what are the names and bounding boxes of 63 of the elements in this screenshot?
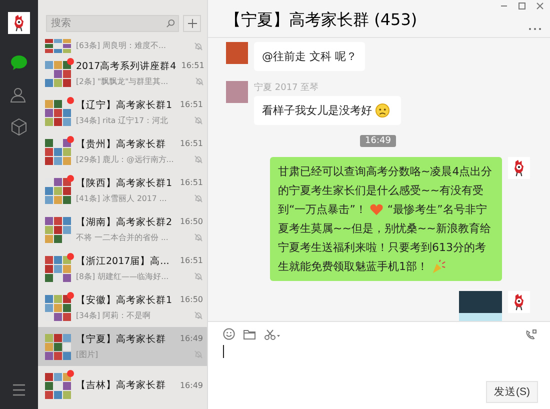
folder-icon[interactable] <box>243 328 256 340</box>
chat-time: 16:51 <box>180 100 203 110</box>
message-bubble: @往前走 文科 呢？ <box>254 42 365 71</box>
chat-time: 16:50 <box>180 217 203 227</box>
contacts-icon[interactable] <box>10 86 28 104</box>
chat-title: 【湖南】高考家长群2 <box>76 216 172 228</box>
party-popper-icon <box>431 259 446 274</box>
message-bubble: 看样子我女儿是没考好 <box>254 96 401 125</box>
mute-bell-icon <box>195 77 204 86</box>
chat-title: 【宁夏】高考家长群 <box>76 334 166 346</box>
message-bubble: 甘肃已经可以查询高考分数咯~凌晨4点出分的宁夏考生家长们是什么感受~~有没有受到“一万点暴击”！ “最惨考生”名号非宁夏考生莫属~~但是，别忧桑~~新浪教育给宁夏考生送福利来啦！只要考到613分的考生就能免费领取魅蓝手机1部！ <box>270 157 502 281</box>
timestamp: 16:49 <box>360 135 396 147</box>
chat-time: 16:51 <box>180 139 203 149</box>
chat-time: 16:49 <box>180 334 203 344</box>
heart-icon <box>369 202 384 218</box>
search-icon <box>166 19 175 28</box>
group-avatar <box>45 216 71 242</box>
group-avatar <box>45 138 71 164</box>
group-avatar <box>45 294 71 320</box>
send-button[interactable]: 发送(S) <box>486 381 538 403</box>
group-avatar <box>45 178 71 204</box>
group-avatar <box>45 334 71 360</box>
mute-bell-icon <box>194 233 203 242</box>
mute-bell-icon <box>194 194 203 203</box>
add-button[interactable] <box>183 15 201 32</box>
group-avatar <box>45 256 71 282</box>
group-avatar <box>45 372 71 398</box>
chat-title: 【贵州】高考家长群 <box>76 138 166 150</box>
mute-bell-icon <box>194 116 203 125</box>
close-icon[interactable] <box>536 2 544 10</box>
plus-icon <box>188 19 196 28</box>
chat-title: 【吉林】高考家长群 <box>76 380 166 392</box>
group-avatar <box>45 100 71 126</box>
chat-time: 16:51 <box>180 256 203 266</box>
mute-bell-icon <box>194 311 203 320</box>
chat-title: 【安徽】高考家长群1 <box>76 294 172 306</box>
mute-bell-icon <box>194 42 203 50</box>
chat-title: 【辽宁】高考家长群1 <box>76 100 172 112</box>
sad-face-icon <box>375 103 390 118</box>
chat-time: 16:51 <box>180 178 203 188</box>
scissors-icon[interactable] <box>264 328 281 340</box>
chat-time: 16:50 <box>180 295 203 305</box>
chat-list-item[interactable]: 【吉林】高考家长群 16:49 <box>38 366 207 405</box>
chat-title: 【陕西】高考家长群1 <box>76 178 172 190</box>
chat-title: 2017高考系列讲座群4 <box>76 60 176 72</box>
user-avatar[interactable] <box>8 12 30 34</box>
group-avatar <box>45 60 71 86</box>
chat-time: 16:49 <box>180 380 203 390</box>
chat-icon[interactable] <box>10 54 28 72</box>
mute-bell-icon <box>194 350 203 359</box>
emoji-icon[interactable] <box>223 328 235 340</box>
window-title: 【宁夏】高考家长群 (453) <box>225 10 418 31</box>
chat-time: 16:51 <box>181 61 204 71</box>
more-icon[interactable] <box>528 27 542 31</box>
video-call-icon[interactable] <box>525 328 538 340</box>
chat-title: 【浙江2017届】高... <box>76 256 170 268</box>
maximize-icon[interactable] <box>518 2 526 10</box>
search-field[interactable]: 搜索 <box>46 15 179 32</box>
group-avatar <box>45 39 71 53</box>
mute-bell-icon <box>194 272 203 281</box>
cube-icon[interactable] <box>10 118 28 136</box>
sender-name: 宁夏 2017 至琴 <box>254 82 320 94</box>
mute-bell-icon <box>194 155 203 164</box>
